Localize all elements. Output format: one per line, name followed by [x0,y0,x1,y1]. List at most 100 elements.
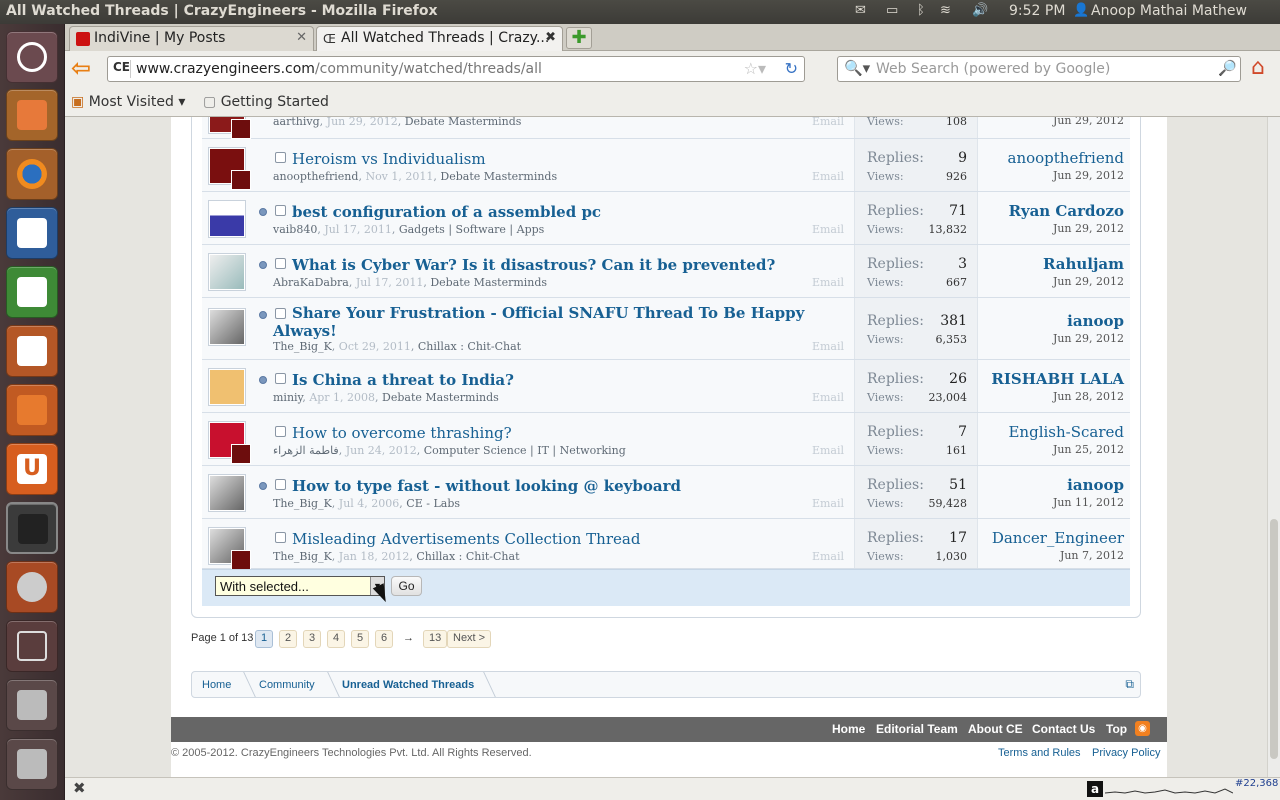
thread-checkbox[interactable] [275,308,286,319]
breadcrumb-home[interactable]: Home [202,679,231,691]
thread-title[interactable]: best configuration of a assembled pc [292,203,601,221]
last-poster[interactable]: English-Scared [1008,423,1124,441]
thread-title[interactable]: Misleading Advertisements Collection Thr… [292,530,640,548]
next-page-link[interactable]: Next > [447,630,492,648]
thread-checkbox[interactable] [275,479,286,490]
footer-link-top[interactable]: Top [1106,722,1127,736]
thread-forum[interactable]: Computer Science | IT | Networking [424,444,626,457]
last-post-date[interactable]: Jun 29, 2012 [1008,169,1124,182]
url-bar[interactable]: CE www.crazyengineers.com/community/watc… [107,56,805,82]
last-post-date[interactable]: Jun 29, 2012 [1053,332,1124,345]
thread-forum[interactable]: Debate Masterminds [405,117,522,128]
thread-title[interactable]: What is Cyber War? Is it disastrous? Can… [292,256,775,274]
thread-title-continued[interactable]: Always! [273,322,337,340]
breadcrumb-current[interactable]: Unread Watched Threads [342,679,474,691]
thread-title[interactable]: Is China a threat to India? [292,371,514,389]
dash-icon[interactable] [6,31,58,83]
thread-starter[interactable]: The_Big_K [273,550,332,563]
email-link[interactable]: Email [812,391,844,404]
footer-link-home[interactable]: Home [832,722,865,736]
last-post-date[interactable]: Jun 28, 2012 [991,390,1124,403]
terminal-icon[interactable] [6,502,58,554]
avatar[interactable] [208,308,246,346]
back-arrow-icon[interactable]: ⇦ [71,56,97,81]
thread-forum[interactable]: Gadgets | Software | Apps [399,223,544,236]
last-poster[interactable]: Dancer_Engineer [992,529,1124,547]
avatar[interactable] [208,421,251,464]
last-post-date[interactable]: Jun 7, 2012 [992,549,1124,562]
search-go-icon[interactable]: 🔎 [1218,59,1238,79]
system-settings-icon[interactable] [6,561,58,613]
drive-icon-2[interactable] [6,738,58,790]
email-link[interactable]: Email [812,223,844,236]
thread-forum[interactable]: Debate Masterminds [440,170,557,183]
clock[interactable]: 9:52 PM [1009,3,1065,19]
avatar[interactable] [208,253,246,291]
unread-dot-icon[interactable] [259,482,267,490]
email-link[interactable]: Email [812,444,844,457]
bookmark-star-icon[interactable]: ☆▾ [744,59,766,78]
thread-starter[interactable]: anoopthefriend [273,170,358,183]
page-link[interactable]: 1 [255,630,274,648]
writer-icon[interactable] [6,207,58,259]
impress-icon[interactable] [6,325,58,377]
scrollbar-thumb[interactable] [1270,519,1278,759]
drive-icon[interactable] [6,679,58,731]
page-link[interactable]: 2 [279,630,298,648]
thread-forum[interactable]: CE - Labs [406,497,460,510]
search-box[interactable]: 🔍▾ Web Search (powered by Google) 🔎 [837,56,1241,82]
thread-checkbox[interactable] [275,532,286,543]
page-link[interactable]: 13 [423,630,448,648]
page-link[interactable]: 5 [351,630,370,648]
last-poster[interactable]: Rahuljam [1043,255,1124,273]
last-poster[interactable]: ianoop [1053,312,1124,330]
thread-title[interactable]: How to type fast - without looking @ key… [292,477,681,495]
unread-dot-icon[interactable] [259,261,267,269]
page-link[interactable]: 6 [375,630,394,648]
unread-dot-icon[interactable] [259,208,267,216]
close-icon[interactable]: ✖ [545,30,556,45]
avatar[interactable] [208,368,246,406]
thread-forum[interactable]: Chillax : Chit-Chat [418,340,521,353]
avatar[interactable] [208,527,251,570]
last-poster[interactable]: anoopthefriend [1008,149,1125,167]
site-identity-icon[interactable]: CE [113,60,131,78]
thread-starter[interactable]: The_Big_K [273,340,332,353]
email-link[interactable]: Email [812,117,844,128]
terms-link[interactable]: Terms and Rules [998,747,1081,759]
tab-watched-threads[interactable]: Œ All Watched Threads | Crazy... ✖ [316,26,563,51]
external-link-icon[interactable]: ⧉ [1125,677,1134,692]
mail-icon[interactable]: ✉ [855,3,866,18]
thread-starter[interactable]: miniy [273,391,302,404]
breadcrumb-community[interactable]: Community [259,679,315,691]
unread-dot-icon[interactable] [259,311,267,319]
unread-dot-icon[interactable] [259,376,267,384]
wifi-icon[interactable]: ≋ [940,3,951,18]
bulk-action-select[interactable]: With selected... ▼ [215,576,385,596]
rss-icon[interactable]: ◉ [1135,721,1150,736]
avatar[interactable] [208,117,251,139]
last-poster[interactable]: ianoop [1053,476,1124,494]
last-poster[interactable]: Ryan Cardozo [1009,202,1124,220]
thread-starter[interactable]: aarthivg [273,117,320,128]
last-post-date[interactable]: Jun 29, 2012 [1043,275,1124,288]
getting-started-bookmark[interactable]: ▢ Getting Started [203,94,329,110]
close-addon-bar-icon[interactable]: ✖ [73,779,86,797]
workspaces-icon[interactable] [6,620,58,672]
alexa-icon[interactable]: a [1087,781,1103,797]
vertical-scrollbar[interactable] [1267,117,1280,777]
bluetooth-icon[interactable]: ᛒ [917,3,925,18]
alexa-rank[interactable]: #22,368 [1235,778,1278,789]
footer-link-editorial[interactable]: Editorial Team [876,722,958,736]
reload-icon[interactable]: ↻ [785,59,798,78]
thread-starter[interactable]: AbraKaDabra [273,276,349,289]
page-link[interactable]: 3 [303,630,322,648]
thread-title[interactable]: How to overcome thrashing? [292,424,512,442]
close-icon[interactable]: ✕ [296,30,307,45]
thread-title[interactable]: Heroism vs Individualism [292,150,486,168]
thread-checkbox[interactable] [275,205,286,216]
thread-title[interactable]: Share Your Frustration - Official SNAFU … [292,304,804,322]
tab-indivine[interactable]: IndiVine | My Posts ✕ [69,26,314,51]
firefox-icon[interactable] [6,148,58,200]
email-link[interactable]: Email [812,170,844,183]
